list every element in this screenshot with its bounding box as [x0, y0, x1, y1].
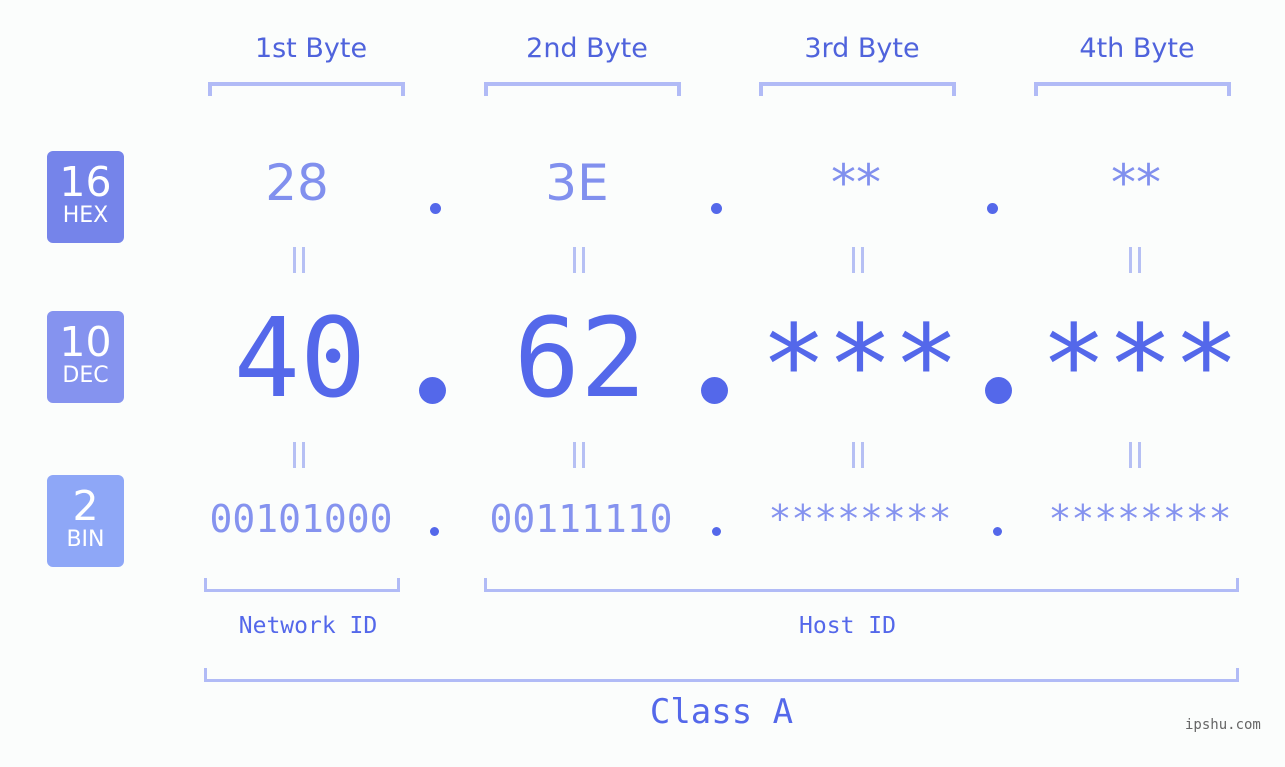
equals-icon: [851, 442, 865, 468]
hex-dot-1: [430, 203, 441, 214]
equals-icon: [851, 247, 865, 273]
hex-base-label: HEX: [62, 203, 109, 228]
dec-badge: 10 DEC: [47, 311, 124, 403]
class-bracket: [204, 668, 1239, 682]
host-id-bracket: [484, 578, 1239, 592]
dec-dot-1: [419, 377, 446, 404]
hex-value-3: **: [831, 154, 881, 212]
bin-value-1: 00101000: [209, 497, 393, 541]
bin-base-number: 2: [72, 482, 99, 530]
byte-header-3: 3rd Byte: [804, 33, 920, 64]
hex-value-2: 3E: [545, 154, 609, 212]
dec-base-number: 10: [59, 318, 112, 366]
bin-dot-2: [712, 527, 721, 536]
bin-value-2: 00111110: [489, 497, 673, 541]
byte-bracket-4: [1034, 82, 1231, 96]
hex-base-number: 16: [59, 158, 112, 206]
byte-bracket-3: [759, 82, 956, 96]
equals-icon: [572, 247, 586, 273]
byte-header-2: 2nd Byte: [526, 33, 648, 64]
bin-dot-3: [993, 527, 1002, 536]
watermark: ipshu.com: [1185, 717, 1261, 733]
bin-value-4: ********: [1048, 497, 1232, 541]
dec-value-2: 62: [513, 294, 647, 422]
dec-value-4: ***: [1040, 301, 1240, 429]
dec-value-1: 40: [233, 294, 367, 422]
byte-bracket-2: [484, 82, 681, 96]
byte-header-4: 4th Byte: [1079, 33, 1195, 64]
class-label: Class A: [649, 692, 794, 732]
hex-value-4: **: [1111, 154, 1161, 212]
equals-icon: [292, 442, 306, 468]
equals-icon: [572, 442, 586, 468]
dec-base-label: DEC: [62, 363, 109, 388]
byte-bracket-1: [208, 82, 405, 96]
bin-value-3: ********: [768, 497, 952, 541]
network-id-bracket: [204, 578, 400, 592]
byte-header-1: 1st Byte: [254, 33, 368, 64]
dec-dot-3: [985, 377, 1012, 404]
host-id-label: Host ID: [799, 613, 896, 639]
network-id-label: Network ID: [238, 613, 378, 639]
hex-value-1: 28: [265, 154, 329, 212]
dec-dot-2: [701, 377, 728, 404]
dec-value-3: ***: [760, 301, 960, 429]
equals-icon: [1128, 442, 1142, 468]
hex-dot-3: [987, 203, 998, 214]
bin-dot-1: [430, 527, 439, 536]
equals-icon: [1128, 247, 1142, 273]
bin-badge: 2 BIN: [47, 475, 124, 567]
hex-badge: 16 HEX: [47, 151, 124, 243]
equals-icon: [292, 247, 306, 273]
hex-dot-2: [711, 203, 722, 214]
bin-base-label: BIN: [66, 527, 105, 552]
